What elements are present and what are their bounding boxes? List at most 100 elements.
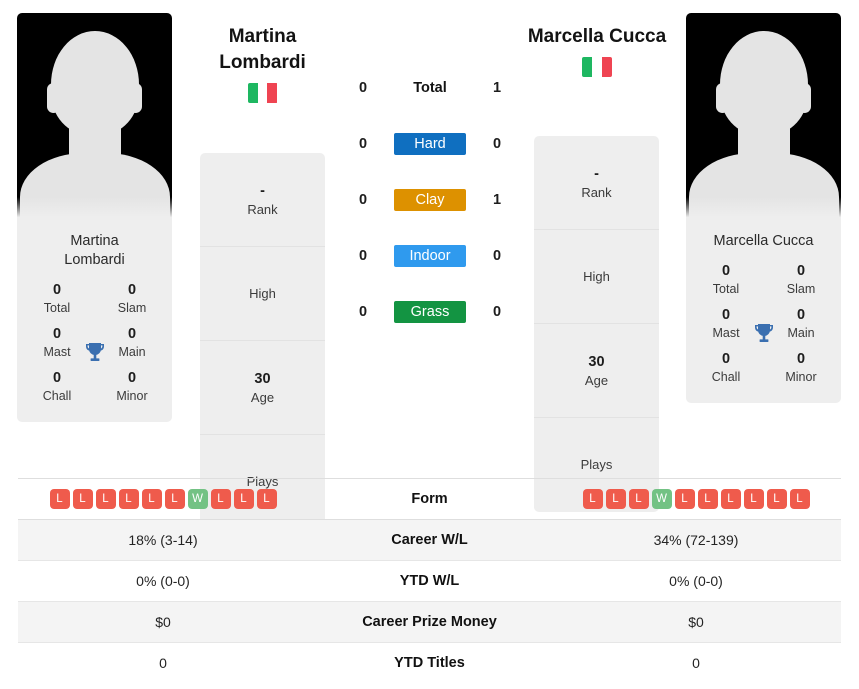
- value: 0: [721, 351, 731, 367]
- label: Main: [118, 345, 146, 359]
- player-photo-caption-left: Martina Lombardi: [17, 223, 172, 276]
- titles-minor-left: 0 Minor: [106, 368, 158, 405]
- titles-row-total-slam: 0 Total 0 Slam: [25, 278, 164, 322]
- table-row: 18% (3-14) Career W/L 34% (72-139): [18, 519, 841, 560]
- info-high-right: High: [534, 230, 659, 324]
- h2h-surface-label-wrap: Total: [382, 77, 478, 99]
- italy-flag-icon: [582, 57, 612, 77]
- form-badge[interactable]: L: [605, 489, 626, 509]
- label: Slam: [117, 301, 147, 315]
- value: 0: [127, 370, 137, 386]
- label: Minor: [785, 370, 817, 384]
- label: Rank: [581, 184, 612, 200]
- label: Mast: [43, 345, 71, 359]
- h2h-surface-label: Total: [413, 80, 447, 96]
- titles-row-chall-minor: 0 Chall 0 Minor: [25, 366, 164, 410]
- titles-slam-left: 0 Slam: [106, 280, 158, 317]
- h2h-right-value: 0: [492, 248, 502, 264]
- form-badge[interactable]: L: [95, 489, 116, 509]
- value: 0: [52, 370, 62, 386]
- form-badge[interactable]: L: [697, 489, 718, 509]
- label: Total: [712, 282, 740, 296]
- h2h-left-value: 0: [358, 248, 368, 264]
- form-badge[interactable]: W: [187, 489, 208, 509]
- titles-main-right: 0 Main: [775, 305, 827, 342]
- row-label: YTD W/L: [399, 573, 460, 589]
- player-name-heading-left[interactable]: Martina Lombardi: [190, 24, 335, 108]
- silhouette-ear-left-icon: [47, 83, 60, 113]
- h2h-surface-label[interactable]: Grass: [394, 301, 466, 323]
- h2h-left-value: 0: [358, 80, 368, 96]
- form-badge[interactable]: L: [256, 489, 277, 509]
- form-badge[interactable]: L: [766, 489, 787, 509]
- player-card-right[interactable]: Marcella Cucca 0 Total 0 Slam 0 Mast 0 M…: [686, 13, 841, 403]
- caption-line-1: Marcella Cucca: [713, 233, 814, 249]
- photo-fade: [686, 197, 841, 223]
- h2h-surface-label-wrap: Hard: [382, 133, 478, 155]
- form-badge[interactable]: L: [233, 489, 254, 509]
- titles-chall-right: 0 Chall: [700, 349, 752, 386]
- player-name-heading-right[interactable]: Marcella Cucca: [513, 24, 681, 82]
- form-badge[interactable]: L: [141, 489, 162, 509]
- titles-slam-right: 0 Slam: [775, 261, 827, 298]
- form-badge[interactable]: L: [674, 489, 695, 509]
- name-line-1: Marcella Cucca: [527, 26, 667, 47]
- h2h-row-grass: 0 Grass 0: [344, 284, 516, 340]
- h2h-surface-label[interactable]: Hard: [394, 133, 466, 155]
- form-badge[interactable]: L: [743, 489, 764, 509]
- h2h-row-hard: 0 Hard 0: [344, 116, 516, 172]
- italy-flag-icon: [247, 83, 278, 103]
- label: Minor: [116, 389, 148, 403]
- form-badge[interactable]: L: [49, 489, 70, 509]
- form-badge[interactable]: L: [582, 489, 603, 509]
- table-row: 0% (0-0) YTD W/L 0% (0-0): [18, 560, 841, 601]
- cell-left: 18% (3-14): [128, 532, 198, 548]
- label: Slam: [786, 282, 816, 296]
- titles-stats-left: 0 Total 0 Slam 0 Mast 0 Main 0 Chall 0 M…: [17, 276, 172, 422]
- form-badge[interactable]: L: [210, 489, 231, 509]
- h2h-row-indoor: 0 Indoor 0: [344, 228, 516, 284]
- label: Main: [787, 326, 815, 340]
- h2h-row-clay: 0 Clay 1: [344, 172, 516, 228]
- form-badge[interactable]: W: [651, 489, 672, 509]
- row-label: Career W/L: [391, 532, 468, 548]
- form-badge[interactable]: L: [118, 489, 139, 509]
- form-badge[interactable]: L: [720, 489, 741, 509]
- h2h-right-value: 0: [492, 304, 502, 320]
- photo-fade: [17, 197, 172, 223]
- player-info-panel-right: - Rank High 30 Age Plays: [534, 136, 659, 512]
- cell-right: $0: [688, 614, 704, 630]
- player-photo-right: [686, 13, 841, 223]
- label: Mast: [712, 326, 740, 340]
- player-info-panel-left: - Rank High 30 Age Plays: [200, 153, 325, 529]
- form-badge[interactable]: L: [72, 489, 93, 509]
- h2h-surface-label[interactable]: Clay: [394, 189, 466, 211]
- value: 30: [588, 353, 605, 370]
- titles-stats-right: 0 Total 0 Slam 0 Mast 0 Main 0 Chall 0 M…: [686, 257, 841, 403]
- label: Plays: [580, 457, 613, 472]
- form-badge[interactable]: L: [164, 489, 185, 509]
- cell-right: 0% (0-0): [669, 573, 723, 589]
- value: 0: [721, 263, 731, 279]
- form-badge[interactable]: L: [628, 489, 649, 509]
- label: Chall: [42, 389, 72, 403]
- h2h-right-value: 1: [492, 80, 502, 96]
- player-photo-caption-right: Marcella Cucca: [686, 223, 841, 257]
- h2h-surface-label-wrap: Indoor: [382, 245, 478, 267]
- player-card-left[interactable]: Martina Lombardi 0 Total 0 Slam 0 Mast 0…: [17, 13, 172, 422]
- value: 0: [796, 351, 806, 367]
- form-badge[interactable]: L: [789, 489, 810, 509]
- h2h-surface-label-wrap: Grass: [382, 301, 478, 323]
- h2h-surface-label-wrap: Clay: [382, 189, 478, 211]
- cell-left: 0: [159, 655, 167, 671]
- form-badges-right: LLLWLLLLLL: [551, 489, 841, 509]
- h2h-right-value: 1: [492, 192, 502, 208]
- h2h-surface-label[interactable]: Indoor: [394, 245, 466, 267]
- caption-line-1: Martina: [70, 233, 119, 249]
- info-high-left: High: [200, 247, 325, 341]
- name-line-1: Martina: [228, 26, 297, 47]
- h2h-comparison-page: Martina Lombardi 0 Total 0 Slam 0 Mast 0…: [0, 0, 859, 689]
- table-row-form: LLLLLLWLLL Form LLLWLLLLLL: [18, 478, 841, 519]
- cell-left: $0: [155, 614, 171, 630]
- player-photo-left: [17, 13, 172, 223]
